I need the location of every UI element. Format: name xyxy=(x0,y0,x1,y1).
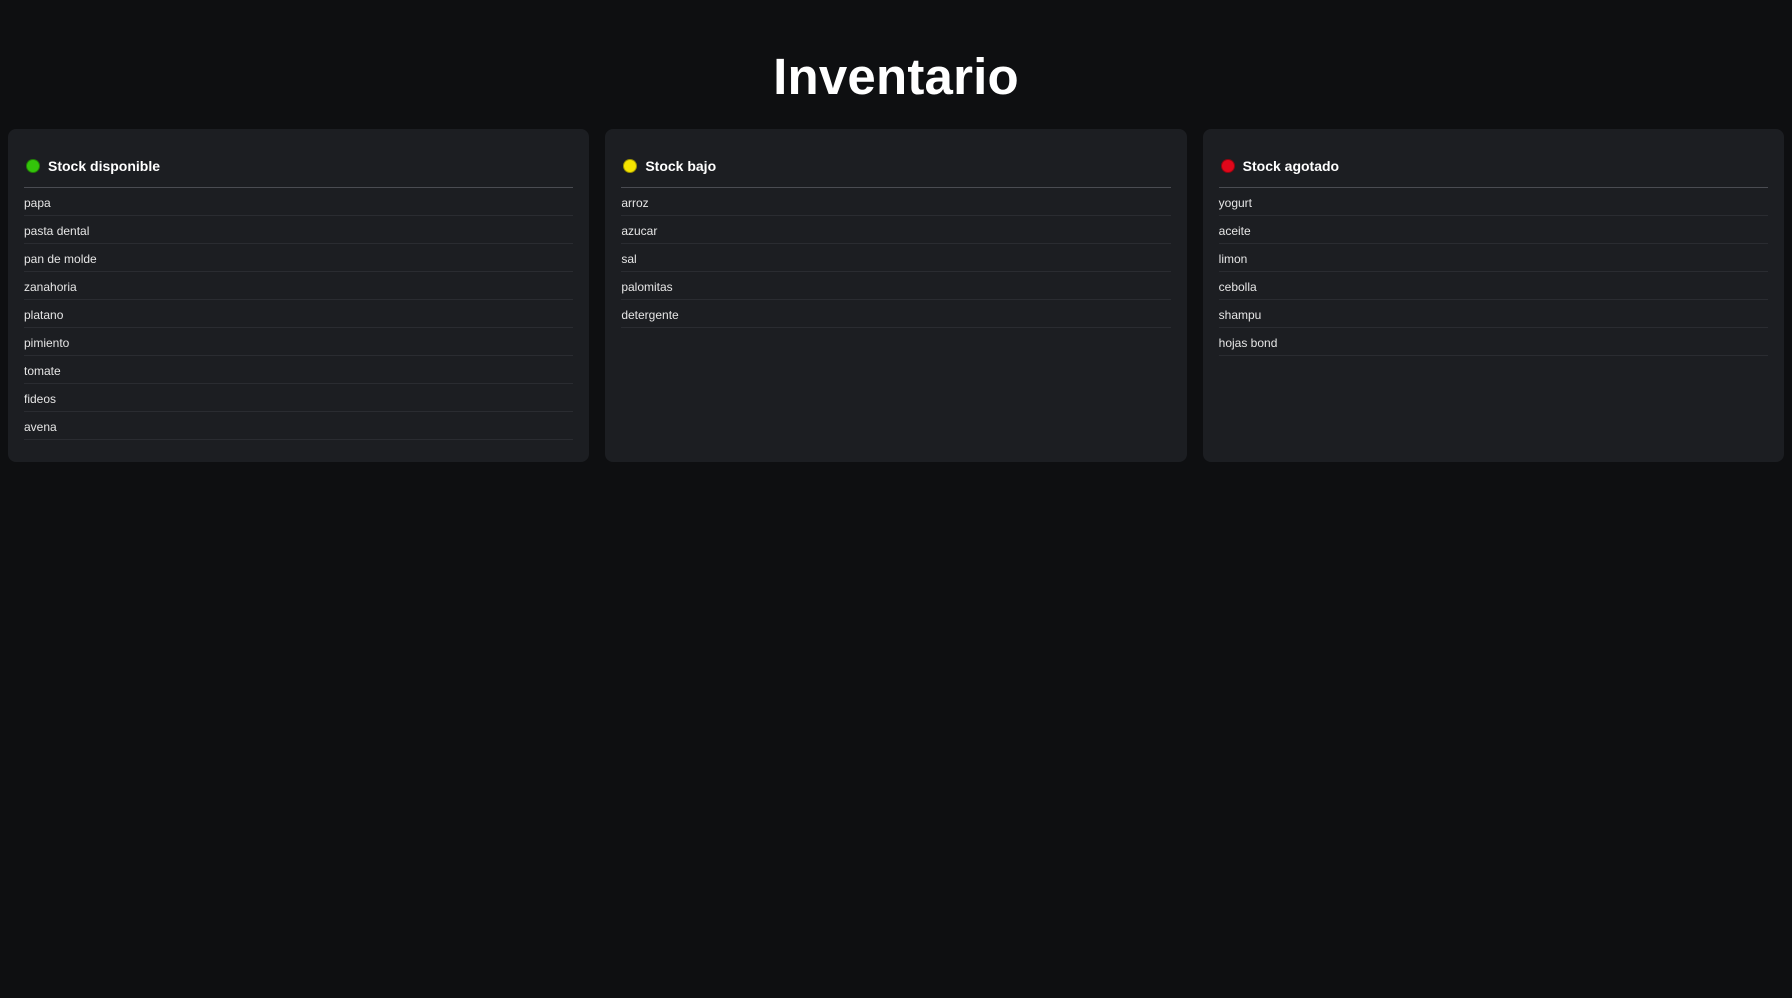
list-item: shampu xyxy=(1218,300,1768,328)
list-item: papa xyxy=(24,188,574,216)
list-item: sal xyxy=(621,244,1171,272)
list-item: arroz xyxy=(621,188,1171,216)
yellow-status-dot-icon xyxy=(623,159,638,173)
item-list: arroz azucar sal palomitas detergente xyxy=(621,188,1171,328)
page-title: Inventario xyxy=(773,48,1019,105)
column-title: Stock disponible xyxy=(48,158,161,174)
list-item: hojas bond xyxy=(1218,328,1768,356)
list-item: fideos xyxy=(24,384,574,412)
inventory-columns: Stock disponible papa pasta dental pan de … xyxy=(8,129,1784,462)
green-status-dot-icon xyxy=(26,159,40,173)
column-stock-bajo: Stock bajo arroz azucar sal palomitas deterg… xyxy=(605,129,1187,462)
item-list: papa pasta dental pan de molde zanahoria pla… xyxy=(24,188,574,440)
list-item: pan de molde xyxy=(24,244,574,272)
column-header: Stock agotado xyxy=(1218,156,1768,188)
column-header: Stock bajo xyxy=(621,156,1171,188)
list-item: avena xyxy=(24,412,574,440)
column-stock-agotado: Stock agotado yogurt aceite limon cebolla sh… xyxy=(1202,129,1784,462)
column-stock-disponible: Stock disponible papa pasta dental pan de … xyxy=(8,129,590,462)
list-item: tomate xyxy=(24,356,574,384)
list-item: yogurt xyxy=(1218,188,1768,216)
list-item: pimiento xyxy=(24,328,574,356)
list-item: azucar xyxy=(621,216,1171,244)
list-item: detergente xyxy=(621,300,1171,328)
list-item: pasta dental xyxy=(24,216,574,244)
list-item: zanahoria xyxy=(24,272,574,300)
item-list: yogurt aceite limon cebolla shampu hojas bond xyxy=(1218,188,1768,356)
column-title: Stock bajo xyxy=(645,158,717,174)
list-item: cebolla xyxy=(1218,272,1768,300)
list-item: aceite xyxy=(1218,216,1768,244)
list-item: limon xyxy=(1218,244,1768,272)
column-title: Stock agotado xyxy=(1242,158,1340,174)
column-header: Stock disponible xyxy=(24,156,574,188)
list-item: palomitas xyxy=(621,272,1171,300)
list-item: platano xyxy=(24,300,574,328)
red-status-dot-icon xyxy=(1220,159,1235,173)
